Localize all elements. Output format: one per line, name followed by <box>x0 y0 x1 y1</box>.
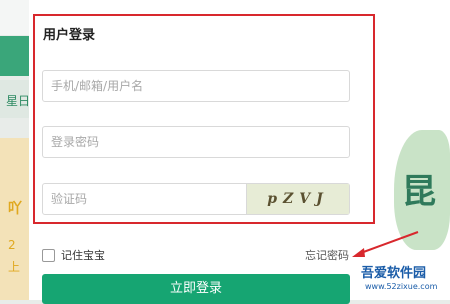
illustration-glyph: 昆 <box>402 172 436 212</box>
captcha-input[interactable] <box>43 184 248 214</box>
remember-checkbox[interactable] <box>42 248 55 262</box>
username-field[interactable] <box>42 70 350 102</box>
captcha-image[interactable]: pZVJ <box>246 184 349 214</box>
forgot-password-link[interactable]: 忘记密码 <box>305 247 349 263</box>
ad-char: 吖 <box>8 201 22 217</box>
password-input[interactable] <box>43 127 349 157</box>
watermark: 吾爱软件园 www.52zixue.com <box>355 262 450 300</box>
password-field[interactable] <box>42 126 350 158</box>
watermark-name: 吾爱软件园 <box>361 266 427 281</box>
red-arrow-icon <box>352 231 419 257</box>
background-text: 星日 <box>6 94 31 108</box>
captcha-field[interactable]: pZVJ <box>42 183 350 215</box>
modal-title: 用户登录 <box>43 28 96 43</box>
watermark-url: www.52zixue.com <box>365 282 438 291</box>
remember-me[interactable]: 记住宝宝 <box>42 247 105 263</box>
background-green-band <box>0 36 30 76</box>
ad-text: 上 <box>8 260 21 274</box>
background-ad: 吖 2 上 <box>0 138 30 300</box>
remember-label: 记住宝宝 <box>61 249 105 262</box>
username-input[interactable] <box>43 71 349 101</box>
ad-number: 2 <box>8 238 16 252</box>
